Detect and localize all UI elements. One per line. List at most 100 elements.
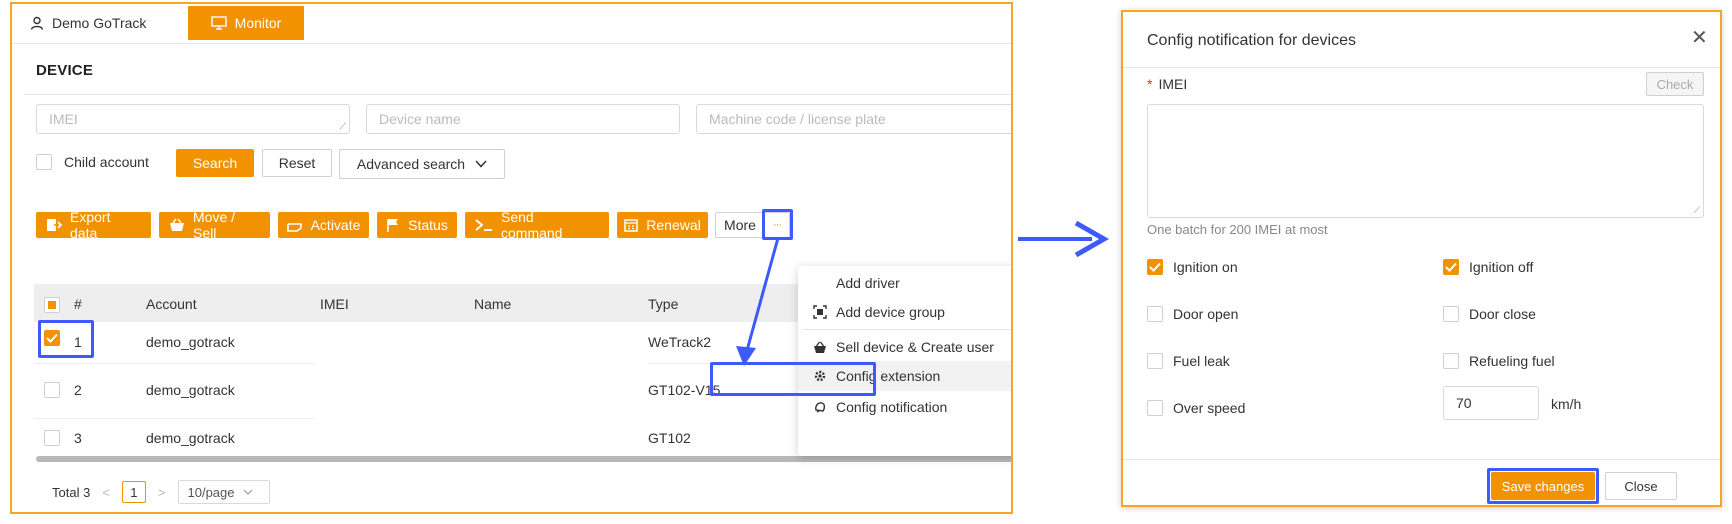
option-over-speed[interactable]: Over speed — [1147, 400, 1245, 416]
option-label: Over speed — [1173, 400, 1246, 416]
dialog-footer-divider — [1123, 459, 1720, 460]
hand-pointer-icon — [286, 223, 302, 232]
row-type: WeTrack2 — [648, 334, 712, 350]
renewal-label: Renewal — [646, 217, 701, 233]
option-ignition-on[interactable]: Ignition on — [1147, 259, 1238, 275]
current-page[interactable]: 1 — [121, 481, 146, 503]
activate-button[interactable]: Activate — [278, 212, 369, 238]
imei-hint: One batch for 200 IMEI at most — [1147, 222, 1328, 237]
option-label: Door open — [1173, 306, 1239, 322]
imei-textarea[interactable]: ⟋ — [1147, 104, 1704, 218]
bell-icon — [812, 400, 828, 414]
send-command-label: Send command — [501, 209, 563, 241]
top-navigation-bar: Demo GoTrack Monitor — [12, 4, 1011, 44]
user-menu[interactable]: Demo GoTrack — [30, 4, 146, 42]
col-header-index: # — [74, 296, 82, 312]
option-ignition-off[interactable]: Ignition off — [1443, 259, 1533, 275]
device-management-panel: Demo GoTrack Monitor DEVICE IMEI ⟋ Devic… — [10, 2, 1013, 514]
row-account: demo_gotrack — [146, 334, 235, 350]
export-icon — [47, 219, 62, 231]
title-divider — [24, 94, 1011, 95]
reset-button[interactable]: Reset — [262, 149, 332, 177]
resize-handle-icon[interactable]: ⟋ — [1694, 206, 1700, 215]
flag-icon — [387, 219, 399, 232]
option-label: Refueling fuel — [1469, 353, 1555, 369]
basket-icon — [812, 341, 828, 354]
device-name-input[interactable]: Device name — [366, 104, 680, 134]
door-open-checkbox[interactable] — [1147, 306, 1163, 322]
child-account-option[interactable]: Child account — [36, 154, 149, 170]
refueling-fuel-checkbox[interactable] — [1443, 353, 1459, 369]
option-door-close[interactable]: Door close — [1443, 306, 1536, 322]
option-door-open[interactable]: Door open — [1147, 306, 1238, 322]
chevron-down-icon — [475, 160, 487, 168]
group-icon — [812, 305, 828, 319]
option-label: Door close — [1469, 306, 1536, 322]
status-label: Status — [408, 217, 448, 233]
check-button[interactable]: Check — [1646, 72, 1704, 96]
search-button[interactable]: Search — [176, 149, 254, 177]
menu-item-config-notification[interactable]: Config notification — [798, 392, 1011, 422]
menu-item-label: Add device group — [836, 304, 945, 320]
speed-limit-input[interactable]: 70 — [1443, 386, 1539, 420]
save-changes-highlight — [1487, 468, 1599, 504]
option-label: Ignition off — [1469, 259, 1534, 275]
row-type: GT102 — [648, 430, 691, 446]
imei-field-label: * IMEI — [1147, 76, 1187, 92]
select-all-checkbox[interactable] — [44, 296, 60, 313]
resize-handle-icon[interactable]: ⟋ — [340, 122, 346, 131]
ignition-on-checkbox[interactable] — [1147, 259, 1163, 275]
row-checkbox[interactable] — [44, 382, 60, 401]
send-command-button[interactable]: Send command — [465, 209, 609, 241]
advanced-search-button[interactable]: Advanced search — [339, 149, 505, 179]
pagination: Total 3 < 1 > 10/page — [52, 480, 270, 504]
close-button[interactable]: Close — [1605, 472, 1677, 500]
fuel-leak-checkbox[interactable] — [1147, 353, 1163, 369]
row-index: 3 — [74, 430, 82, 446]
option-label: Fuel leak — [1173, 353, 1230, 369]
dialog-header-divider — [1123, 67, 1720, 68]
menu-item-add-device-group[interactable]: Add device group — [798, 297, 1011, 327]
renewal-button[interactable]: Renewal — [617, 212, 708, 238]
menu-item-sell-device[interactable]: Sell device & Create user — [798, 332, 1011, 362]
menu-divider — [802, 329, 1011, 330]
device-name-placeholder: Device name — [379, 111, 461, 127]
machine-code-placeholder: Machine code / license plate — [709, 111, 886, 127]
basket-icon — [170, 218, 184, 231]
required-mark: * — [1147, 76, 1153, 92]
col-header-type: Type — [648, 296, 679, 312]
export-data-label: Export data — [70, 209, 111, 241]
row-checkbox[interactable] — [44, 430, 60, 449]
row-checkbox-highlight — [38, 320, 94, 358]
monitor-tab[interactable]: Monitor — [188, 6, 304, 40]
col-header-name: Name — [474, 296, 512, 312]
over-speed-checkbox[interactable] — [1147, 400, 1163, 416]
speed-unit: km/h — [1551, 396, 1582, 412]
dialog-title: Config notification for devices — [1147, 32, 1356, 49]
door-close-checkbox[interactable] — [1443, 306, 1459, 322]
user-name: Demo GoTrack — [52, 15, 147, 31]
menu-item-add-driver[interactable]: Add driver — [798, 268, 1011, 298]
arrow-right-icon — [1018, 220, 1110, 258]
child-account-label: Child account — [64, 154, 149, 170]
row-account: demo_gotrack — [146, 430, 235, 446]
close-icon[interactable]: ✕ — [1691, 28, 1708, 48]
next-page-icon[interactable]: > — [158, 485, 166, 500]
imei-label: IMEI — [1158, 76, 1188, 92]
move-sell-button[interactable]: Move / Sell — [159, 209, 270, 241]
ignition-off-checkbox[interactable] — [1443, 259, 1459, 275]
export-data-button[interactable]: Export data — [36, 209, 151, 241]
machine-code-input[interactable]: Machine code / license plate — [696, 104, 1011, 134]
prev-page-icon[interactable]: < — [102, 485, 110, 500]
col-header-imei: IMEI — [320, 296, 349, 312]
imei-filter-input[interactable]: IMEI ⟋ — [36, 104, 350, 134]
more-dropdown-menu: Add driver Add device group Sell device … — [798, 266, 1011, 456]
horizontal-scrollbar[interactable] — [36, 456, 1011, 462]
option-refueling-fuel[interactable]: Refueling fuel — [1443, 353, 1555, 369]
option-fuel-leak[interactable]: Fuel leak — [1147, 353, 1230, 369]
status-button[interactable]: Status — [377, 212, 457, 238]
page-size-select[interactable]: 10/page — [177, 480, 270, 504]
chevron-down-icon — [243, 489, 252, 495]
monitor-tab-label: Monitor — [234, 15, 282, 31]
child-account-checkbox[interactable] — [36, 154, 52, 170]
